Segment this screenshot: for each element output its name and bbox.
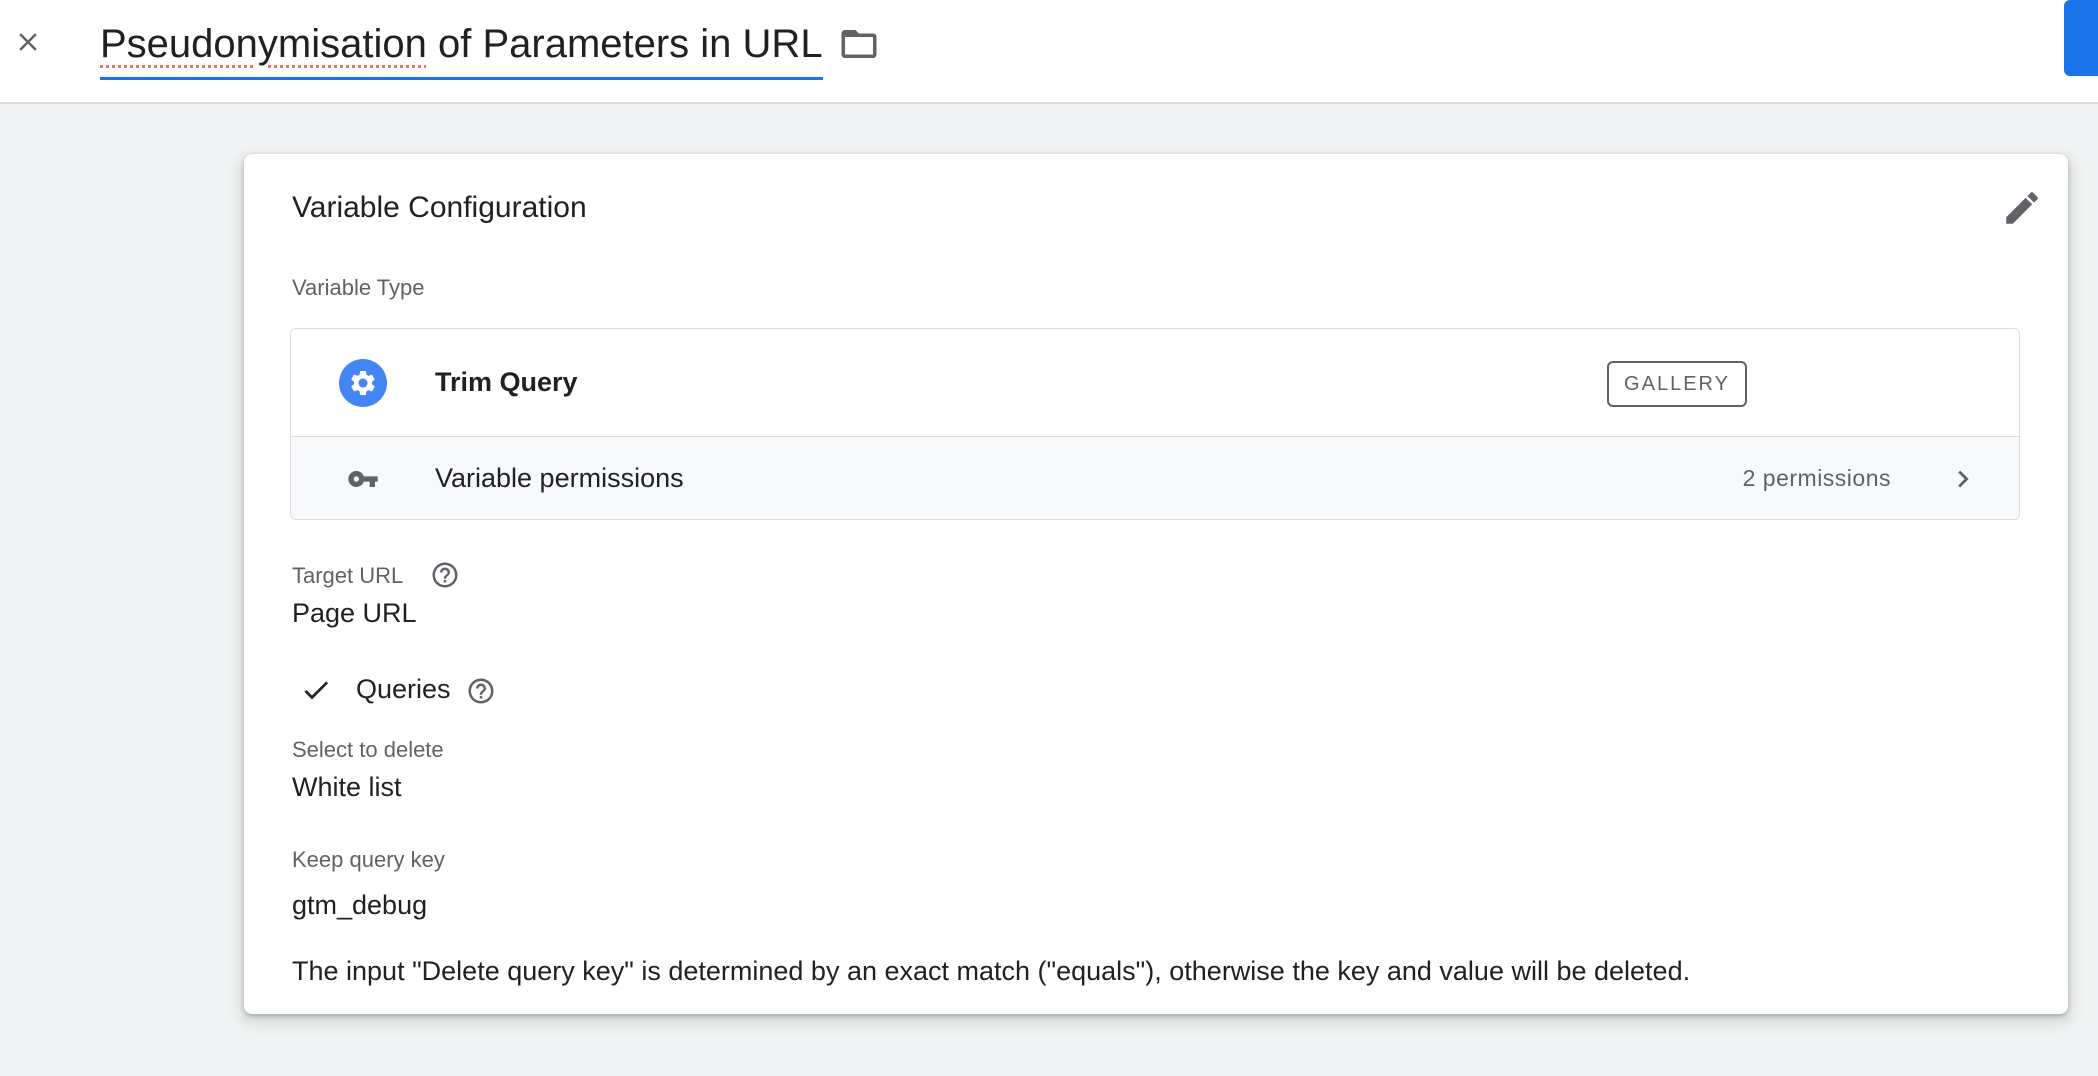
variable-type-box: Trim Query GALLERY Variable permissions … [290, 328, 2020, 520]
gallery-badge: GALLERY [1607, 361, 1747, 407]
folder-button[interactable] [836, 22, 882, 66]
variable-type-name: Trim Query [435, 367, 578, 397]
close-button[interactable] [8, 20, 48, 64]
folder-icon [841, 30, 877, 58]
target-url-label: Target URL [292, 563, 404, 588]
gear-icon [339, 359, 387, 407]
save-button[interactable] [2064, 0, 2098, 76]
top-bar: Pseudonymisation of Parameters in URL [0, 0, 2098, 104]
variable-type-row[interactable]: Trim Query GALLERY [291, 329, 2019, 437]
variable-type-label: Variable Type [292, 275, 425, 300]
match-note: The input "Delete query key" is determin… [292, 956, 1691, 986]
page-title: Pseudonymisation of Parameters in URL [100, 22, 823, 66]
edit-button[interactable] [1996, 182, 2048, 234]
variable-permissions-label: Variable permissions [435, 463, 684, 493]
keep-query-key-label: Keep query key [292, 847, 445, 872]
permissions-count: 2 permissions [1742, 465, 1891, 491]
target-url-value: Page URL [292, 598, 417, 628]
select-to-delete-value: White list [292, 772, 402, 802]
name-input[interactable]: Pseudonymisation of Parameters in URL [100, 18, 823, 80]
title-misspelled-word: Pseudonymisation [100, 22, 427, 66]
queries-help-icon[interactable] [466, 676, 496, 706]
select-to-delete-label: Select to delete [292, 737, 444, 762]
variable-configuration-card: Variable Configuration Variable Type Tri… [244, 154, 2068, 1014]
queries-label: Queries [356, 674, 451, 704]
chevron-right-icon [1945, 461, 1981, 497]
target-url-help-icon[interactable] [430, 560, 460, 590]
variable-permissions-row[interactable]: Variable permissions 2 permissions [291, 437, 2019, 519]
keep-query-key-value: gtm_debug [292, 890, 428, 920]
close-icon [19, 33, 37, 51]
title-rest: of Parameters in URL [426, 22, 823, 66]
pencil-icon [2006, 192, 2038, 224]
card-title: Variable Configuration [292, 191, 587, 224]
check-icon [300, 674, 332, 706]
key-icon [345, 463, 381, 495]
